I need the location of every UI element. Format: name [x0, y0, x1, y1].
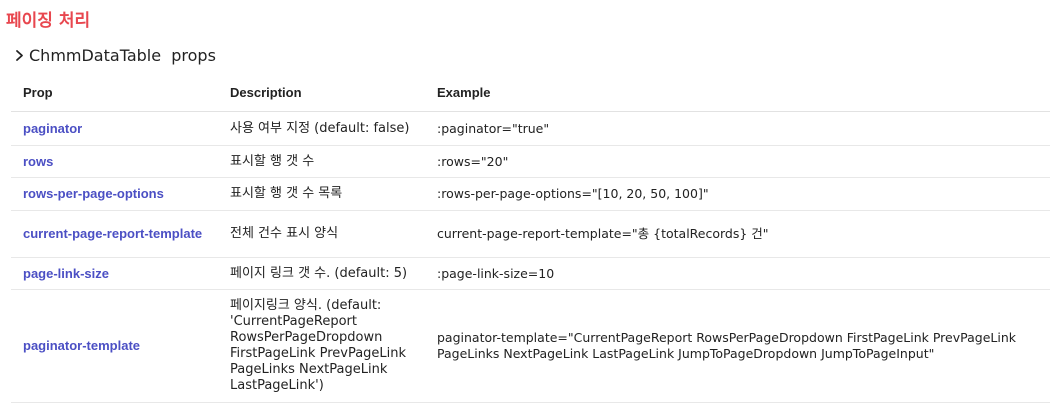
prop-example: :page-link-size=10 — [425, 257, 1050, 290]
props-toggle-label: ChmmDataTable props — [29, 45, 216, 65]
prop-example: :rows="20" — [425, 145, 1050, 178]
prop-name: current-page-report-template — [11, 210, 218, 258]
table-header-row: Prop Description Example — [11, 73, 1050, 112]
table-row: page-link-size 페이지 링크 갯 수. (default: 5) … — [11, 257, 1050, 290]
column-header-example: Example — [425, 73, 1050, 112]
prop-example: current-page-report-template="총 {totalRe… — [425, 210, 1050, 258]
column-header-prop: Prop — [11, 73, 218, 112]
prop-name: page-link-size — [11, 257, 218, 290]
table-row: current-page-report-template 전체 건수 표시 양식… — [11, 210, 1050, 258]
prop-description: 전체 건수 표시 양식 — [218, 210, 425, 258]
prop-example: :paginator="true" — [425, 111, 1050, 146]
prop-name: rows — [11, 145, 218, 178]
prop-name: paginator — [11, 111, 218, 146]
table-row: rows 표시할 행 갯 수 :rows="20" — [11, 145, 1050, 178]
prop-name: paginator-template — [11, 289, 218, 403]
prop-description: 페이지링크 양식. (default: 'CurrentPageReport R… — [218, 289, 425, 403]
prop-description: 페이지 링크 갯 수. (default: 5) — [218, 257, 425, 290]
table-row: rows-per-page-options 표시할 행 갯 수 목록 :rows… — [11, 177, 1050, 211]
props-toggle[interactable]: ChmmDataTable props — [13, 45, 216, 65]
prop-description: 사용 여부 지정 (default: false) — [218, 111, 425, 146]
chevron-right-icon — [13, 45, 27, 65]
prop-example: paginator-template="CurrentPageReport Ro… — [425, 289, 1050, 403]
table-row: paginator-template 페이지링크 양식. (default: '… — [11, 289, 1050, 403]
prop-description: 표시할 행 갯 수 — [218, 145, 425, 178]
prop-example: :rows-per-page-options="[10, 20, 50, 100… — [425, 177, 1050, 211]
props-table: Prop Description Example paginator 사용 여부… — [11, 73, 1050, 403]
column-header-description: Description — [218, 73, 425, 112]
prop-name: rows-per-page-options — [11, 177, 218, 211]
table-row: paginator 사용 여부 지정 (default: false) :pag… — [11, 111, 1050, 146]
prop-description: 표시할 행 갯 수 목록 — [218, 177, 425, 211]
section-title: 페이징 처리 — [6, 11, 91, 31]
